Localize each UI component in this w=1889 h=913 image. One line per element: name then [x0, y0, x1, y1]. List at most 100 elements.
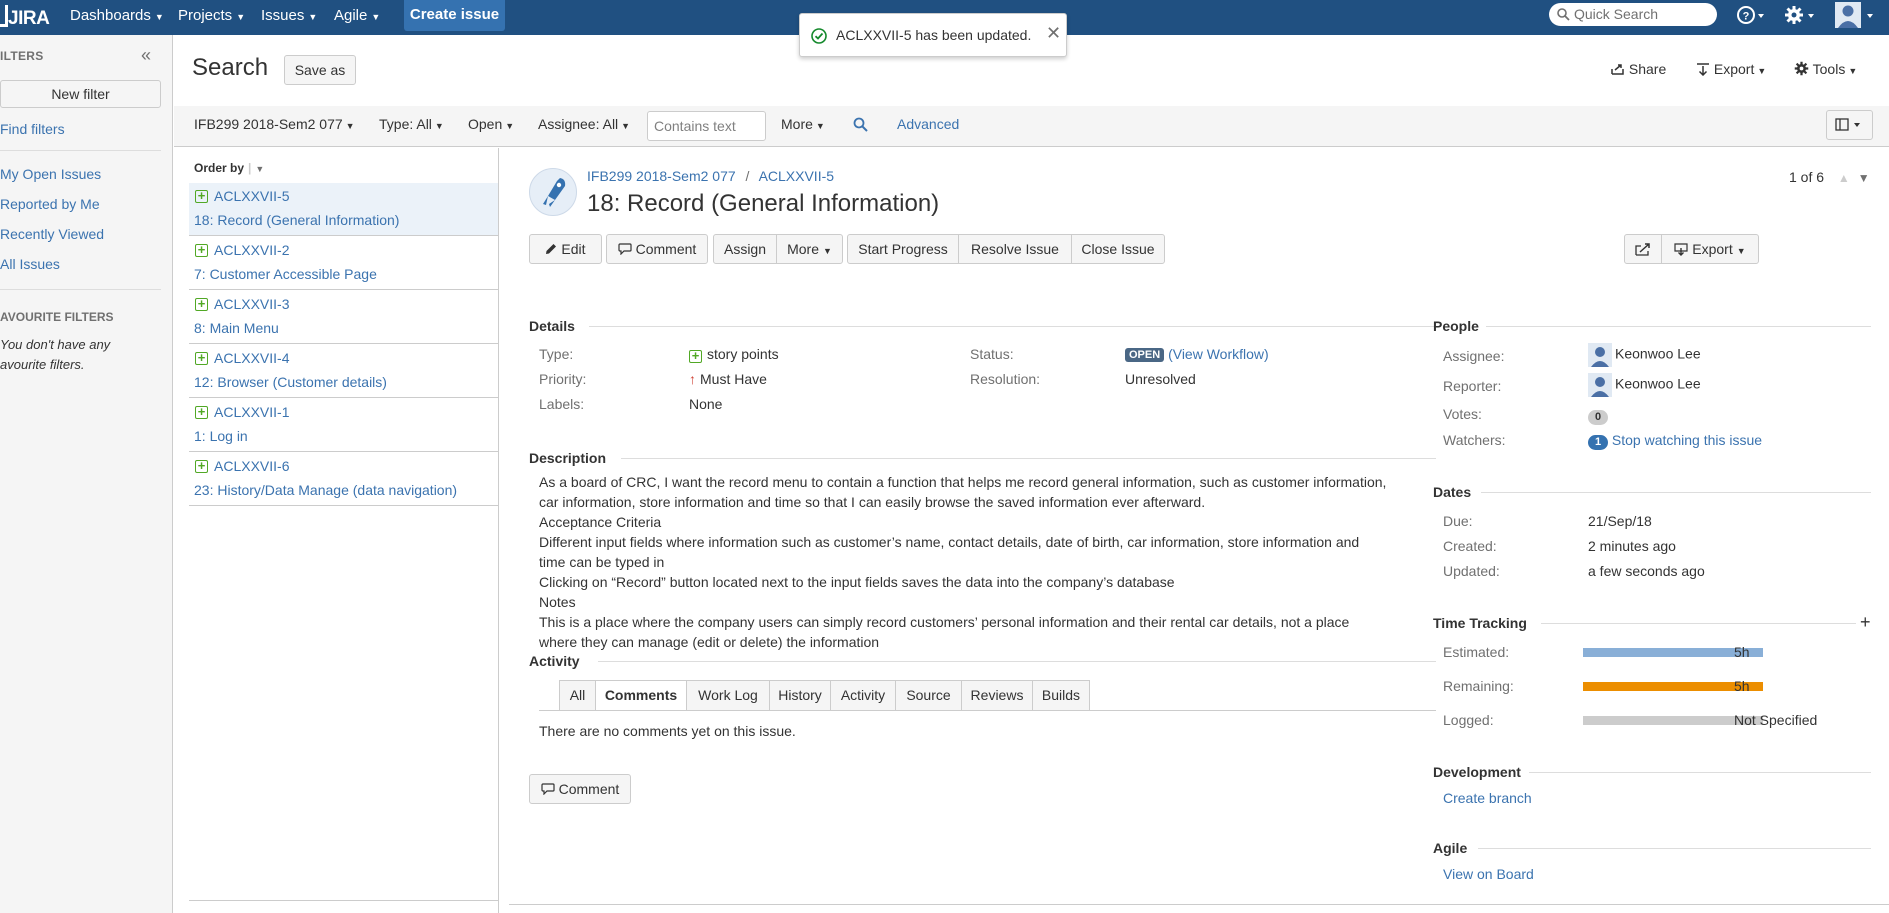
tab-builds[interactable]: Builds: [1032, 680, 1090, 710]
caret-down-icon: ▼: [154, 12, 164, 22]
contains-text-input[interactable]: Contains text: [647, 111, 766, 141]
add-comment-button[interactable]: Comment: [529, 774, 631, 804]
story-type-icon: +: [195, 351, 208, 365]
list-item[interactable]: + ACLXXVII-4 12: Browser (Customer details…: [189, 345, 498, 398]
tab-work-log[interactable]: Work Log: [686, 680, 770, 710]
description-body[interactable]: As a board of CRC, I want the record men…: [539, 472, 1389, 652]
find-filters-link[interactable]: Find filters: [0, 121, 65, 137]
estimated-label: Estimated:: [1443, 644, 1510, 660]
filter-all-issues[interactable]: All Issues: [0, 256, 60, 272]
start-progress-button[interactable]: Start Progress: [847, 234, 959, 264]
project-filter[interactable]: IFB299 2018-Sem2 077 ▼: [194, 116, 355, 132]
create-issue-button[interactable]: Create issue: [404, 0, 505, 31]
description-line: Acceptance Criteria: [539, 514, 662, 530]
previous-issue-icon[interactable]: ▲: [1838, 171, 1850, 185]
view-workflow-link[interactable]: (View Workflow): [1168, 346, 1269, 362]
nav-projects[interactable]: Projects ▼: [178, 7, 245, 24]
breadcrumb-issue-key[interactable]: ACLXXVII-5: [759, 168, 834, 184]
more-criteria-button[interactable]: More ▼: [781, 116, 825, 132]
tab-comments[interactable]: Comments: [595, 680, 687, 711]
reporter-field[interactable]: Keonwoo Lee: [1588, 373, 1701, 397]
order-divider: |: [248, 161, 252, 175]
filter-reported-by-me[interactable]: Reported by Me: [0, 196, 100, 212]
project-avatar[interactable]: [529, 168, 577, 216]
export-icon: [1697, 63, 1709, 77]
section-divider: [1481, 492, 1871, 493]
resolution-value: Unresolved: [1125, 371, 1196, 387]
caret-down-icon: ▼: [505, 121, 515, 131]
nav-issues[interactable]: Issues ▼: [261, 7, 317, 24]
story-type-icon: +: [689, 349, 702, 363]
filter-my-open-issues[interactable]: My Open Issues: [0, 166, 101, 182]
remaining-value: 5h: [1734, 678, 1750, 694]
next-issue-icon[interactable]: ▼: [1858, 171, 1870, 185]
status-filter[interactable]: Open ▼: [468, 116, 514, 132]
comment-button[interactable]: Comment: [606, 234, 708, 264]
list-item[interactable]: + ACLXXVII-1 1: Log in: [189, 399, 498, 452]
share-issue-button[interactable]: [1624, 234, 1662, 264]
time-tracking-heading: Time Tracking: [1433, 615, 1527, 631]
nav-agile[interactable]: Agile ▼: [334, 7, 380, 24]
votes-field[interactable]: 0: [1588, 407, 1608, 425]
edit-button[interactable]: Edit: [529, 234, 602, 264]
svg-text:?: ?: [1743, 11, 1750, 23]
tools-menu-button[interactable]: Tools ▼: [1794, 61, 1857, 77]
share-button[interactable]: Share: [1611, 61, 1666, 77]
page-title: Search: [192, 54, 269, 81]
caret-down-icon: ▼: [822, 246, 832, 256]
close-issue-button[interactable]: Close Issue: [1071, 234, 1165, 264]
help-icon[interactable]: ?: [1737, 5, 1767, 30]
breadcrumb-separator: /: [745, 168, 750, 184]
issue-summary: 12: Browser (Customer details): [194, 374, 387, 390]
list-item[interactable]: + ACLXXVII-3 8: Main Menu: [189, 291, 498, 344]
assignee-field[interactable]: Keonwoo Lee: [1588, 343, 1701, 367]
story-type-icon: +: [195, 189, 208, 203]
logged-value: Not Specified: [1734, 712, 1818, 728]
breadcrumb-project[interactable]: IFB299 2018-Sem2 077: [587, 168, 736, 184]
type-filter[interactable]: Type: All ▼: [379, 116, 444, 132]
list-item[interactable]: + ACLXXVII-2 7: Customer Accessible Page: [189, 237, 498, 290]
jira-logo[interactable]: JIRA: [0, 5, 50, 30]
list-item[interactable]: + ACLXXVII-5 18: Record (General Informati…: [189, 183, 498, 236]
export-menu-button[interactable]: Export ▼: [1696, 61, 1766, 77]
order-by-control[interactable]: Order by | ▼: [194, 161, 264, 175]
resolve-issue-button[interactable]: Resolve Issue: [958, 234, 1072, 264]
list-item[interactable]: + ACLXXVII-6 23: History/Data Manage (data…: [189, 453, 498, 506]
layout-switcher-button[interactable]: [1826, 110, 1873, 140]
view-on-board-link[interactable]: View on Board: [1443, 866, 1534, 882]
filter-recently-viewed[interactable]: Recently Viewed: [0, 226, 104, 242]
tab-source[interactable]: Source: [895, 680, 962, 710]
assign-button[interactable]: Assign: [713, 234, 777, 264]
assignee-filter[interactable]: Assignee: All ▼: [538, 116, 630, 132]
search-icon[interactable]: [853, 117, 868, 135]
details-heading: Details: [529, 318, 575, 334]
user-avatar-icon[interactable]: [1835, 1, 1889, 32]
advanced-search-link[interactable]: Advanced: [897, 116, 959, 132]
add-time-icon[interactable]: +: [1860, 612, 1871, 633]
tab-activity[interactable]: Activity: [830, 680, 896, 710]
export-issue-button[interactable]: Export ▼: [1661, 234, 1759, 264]
tab-reviews[interactable]: Reviews: [961, 680, 1033, 710]
quick-search-input[interactable]: Quick Search: [1549, 3, 1717, 26]
stop-watching-link[interactable]: Stop watching this issue: [1612, 432, 1762, 448]
tab-all[interactable]: All: [559, 680, 596, 710]
issue-list-panel: Order by | ▼ + ACLXXVII-5 18: Record (Genera…: [188, 148, 499, 913]
nav-dashboards[interactable]: Dashboards ▼: [70, 7, 164, 24]
comment-label: Comment: [558, 781, 620, 797]
issue-summary: 23: History/Data Manage (data navigation…: [194, 482, 458, 498]
issue-title[interactable]: 18: Record (General Information): [587, 190, 939, 218]
settings-gear-icon[interactable]: [1784, 5, 1818, 30]
caret-down-icon: ▼: [434, 121, 444, 131]
filter-label: More: [781, 116, 813, 132]
save-as-button[interactable]: Save as: [284, 55, 356, 85]
section-divider: [1478, 848, 1871, 849]
create-branch-link[interactable]: Create branch: [1443, 790, 1532, 806]
description-line: As a board of CRC, I want the record men…: [539, 474, 1387, 510]
caret-down-icon: ▼: [621, 121, 631, 131]
issue-key: ACLXXVII-3: [214, 296, 290, 312]
filters-sidebar: ILTERS « New filter Find filters My Open…: [0, 35, 173, 913]
new-filter-button[interactable]: New filter: [0, 80, 161, 108]
collapse-sidebar-icon[interactable]: «: [141, 45, 151, 66]
tab-history[interactable]: History: [769, 680, 831, 710]
more-actions-button[interactable]: More ▼: [776, 234, 843, 264]
